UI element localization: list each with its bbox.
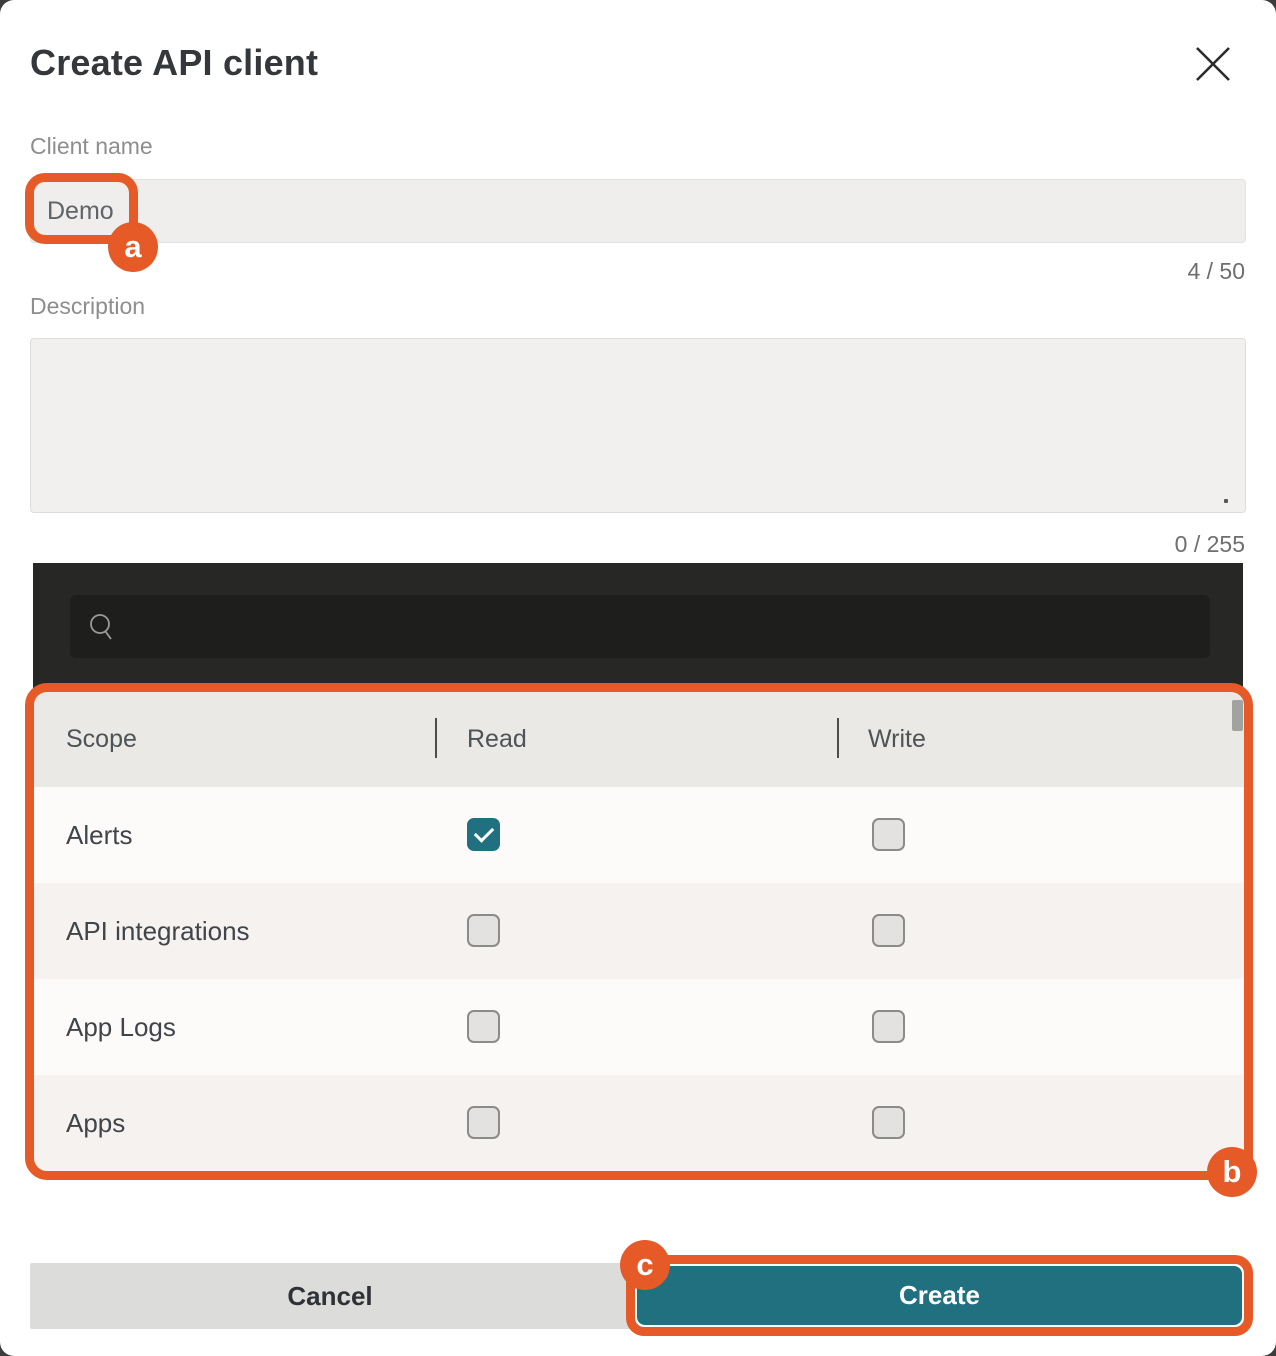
header-divider	[837, 718, 839, 758]
write-checkbox[interactable]	[872, 1106, 905, 1139]
close-icon	[1193, 47, 1233, 87]
write-checkbox[interactable]	[872, 914, 905, 947]
search-field[interactable]	[70, 595, 1210, 658]
description-textarea[interactable]	[30, 338, 1246, 513]
scopes-table-header: Scope Read Write	[34, 692, 1244, 787]
annotation-badge-b: b	[1207, 1147, 1257, 1197]
description-counter: 0 / 255	[1174, 531, 1245, 557]
write-checkbox[interactable]	[872, 818, 905, 851]
scope-name: Alerts	[66, 820, 133, 850]
read-checkbox[interactable]	[467, 914, 500, 947]
page-title: Create API client	[30, 42, 319, 83]
table-row: Apps	[34, 1075, 1244, 1171]
scope-name: Apps	[66, 1108, 126, 1138]
column-header-scope: Scope	[66, 725, 137, 753]
scope-name: API integrations	[66, 916, 250, 946]
header-divider	[435, 718, 437, 758]
annotation-badge-c: c	[620, 1240, 670, 1290]
textarea-resize-handle[interactable]	[1224, 499, 1228, 503]
annotation-badge-a: a	[108, 222, 158, 272]
scope-name: App Logs	[66, 1012, 176, 1042]
create-api-client-modal: Create API client Client name a 4 / 50 D…	[0, 0, 1276, 1356]
scopes-search-panel	[33, 563, 1243, 688]
cancel-button[interactable]: Cancel	[30, 1263, 630, 1329]
client-name-label: Client name	[30, 133, 153, 159]
description-label: Description	[30, 293, 146, 319]
scrollbar-thumb[interactable]	[1232, 700, 1243, 731]
read-checkbox[interactable]	[467, 818, 500, 851]
create-button[interactable]: Create	[637, 1266, 1242, 1325]
client-name-input[interactable]	[30, 179, 1246, 243]
search-input[interactable]	[128, 612, 1210, 641]
client-name-counter: 4 / 50	[1187, 258, 1245, 284]
search-icon	[88, 612, 116, 642]
scopes-table: Scope Read Write Alerts API integrations…	[34, 692, 1244, 1171]
scopes-table-body: Alerts API integrations App Logs Apps	[34, 787, 1244, 1171]
column-header-read: Read	[467, 725, 527, 753]
write-checkbox[interactable]	[872, 1010, 905, 1043]
read-checkbox[interactable]	[467, 1010, 500, 1043]
read-checkbox[interactable]	[467, 1106, 500, 1139]
table-row: API integrations	[34, 883, 1244, 979]
table-row: App Logs	[34, 979, 1244, 1075]
table-row: Alerts	[34, 787, 1244, 883]
close-button[interactable]	[1192, 44, 1234, 86]
column-header-write: Write	[868, 725, 926, 753]
